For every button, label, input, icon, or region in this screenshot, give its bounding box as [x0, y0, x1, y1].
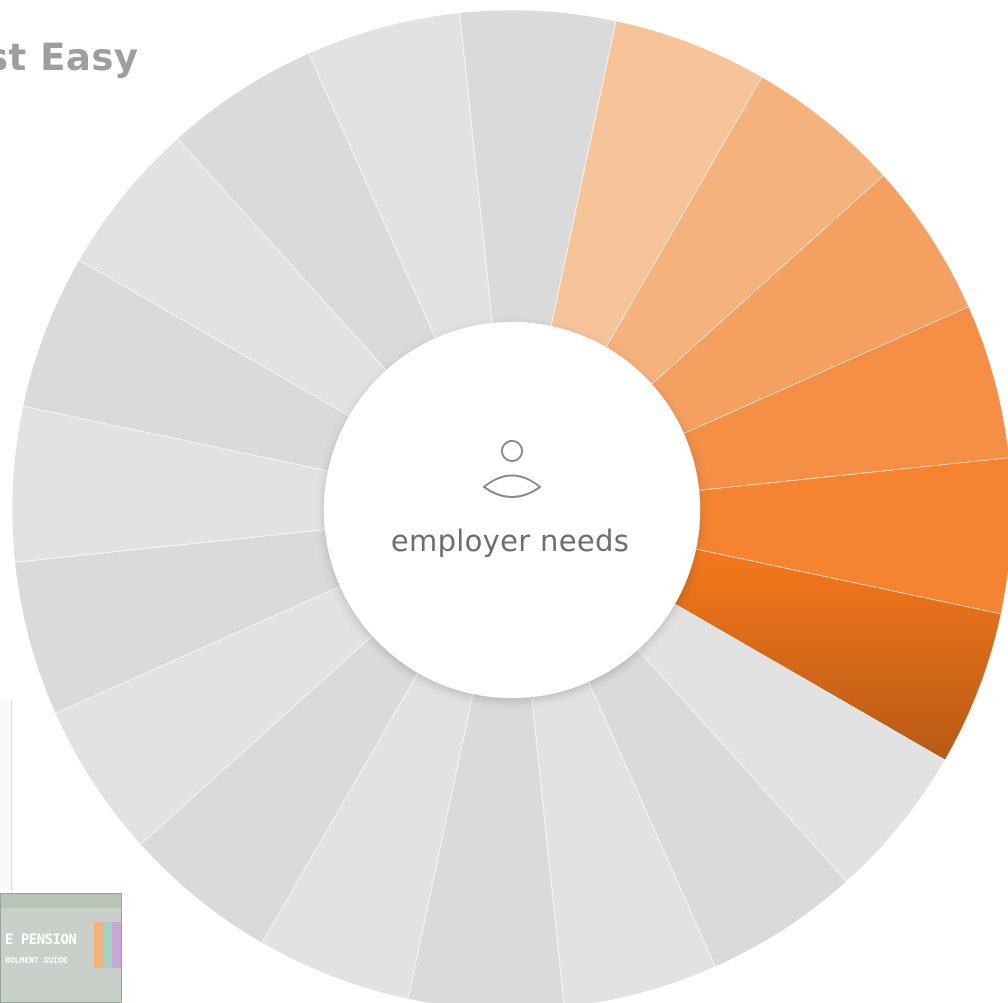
center-disc: [324, 322, 700, 698]
needs-wheel: [11, 9, 1008, 1003]
thumb-title-line2: ROLMENT GUIDE: [5, 956, 68, 965]
pension-guide-thumbnail[interactable]: E PENSION ROLMENT GUIDE: [0, 893, 122, 1003]
slide-canvas: st Easy employer needs E PENSION ROLMENT…: [0, 0, 1008, 1003]
thumb-band: [1, 894, 121, 908]
thumb-title-line1: E PENSION: [5, 932, 77, 948]
center-label: employer needs: [390, 524, 630, 558]
thumb-strip-teal: [103, 922, 112, 968]
thumb-strip-purple: [112, 922, 121, 968]
thumb-strip-orange: [94, 922, 103, 968]
